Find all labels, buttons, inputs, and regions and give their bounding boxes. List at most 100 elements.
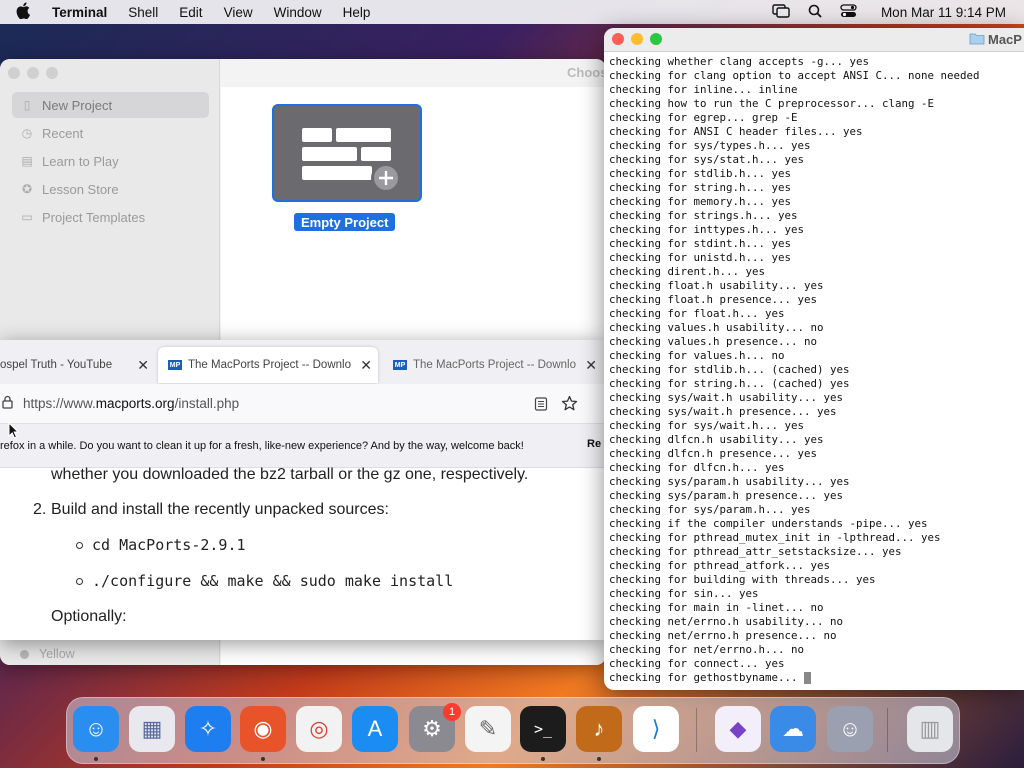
sidebar-item-recent[interactable]: ◷ Recent: [12, 120, 209, 146]
sidebar-item-project-templates[interactable]: ▭ Project Templates: [12, 204, 209, 230]
running-indicator: [541, 757, 545, 761]
reader-view-icon[interactable]: [534, 397, 548, 414]
step-text: Build and install the recently unpacked …: [51, 501, 389, 518]
finder-icon[interactable]: ☺: [73, 706, 119, 752]
screen-mirroring-icon[interactable]: [772, 3, 790, 21]
step-number: 2.: [33, 501, 47, 518]
vscode-icon[interactable]: ⟩: [633, 706, 679, 752]
menu-window[interactable]: Window: [274, 5, 322, 20]
terminal-line: checking how to run the C preprocessor..…: [609, 97, 935, 110]
terminal-line: checking for inline... inline: [609, 83, 798, 96]
apple-menu-icon[interactable]: [16, 2, 34, 22]
trash-icon[interactable]: ▥: [907, 706, 953, 752]
list-item: ./configure && make && sudo make install: [76, 572, 453, 590]
terminal-line: checking for connect... yes: [609, 657, 785, 670]
safari-icon[interactable]: ✧: [185, 706, 231, 752]
code-command: ./configure && make && sudo make install: [92, 572, 454, 590]
terminal-line: checking for dlfcn.h... yes: [609, 461, 785, 474]
empty-project-label[interactable]: Empty Project: [294, 213, 396, 231]
menubar-clock[interactable]: Mon Mar 11 9:14 PM: [881, 5, 1006, 20]
menu-bar: Terminal Shell Edit View Window Help Mon…: [0, 0, 1024, 24]
garageband-icon[interactable]: ♪: [576, 706, 622, 752]
terminal-line: checking for memory.h... yes: [609, 195, 792, 208]
dock-separator: [696, 708, 697, 752]
sidebar-item-learn-to-play[interactable]: ▤ Learn to Play: [12, 148, 209, 174]
terminal-line: checking for sys/param.h... yes: [609, 503, 811, 516]
minimize-button[interactable]: [27, 67, 39, 79]
url-prefix: https://www.: [23, 396, 96, 411]
control-center-icon[interactable]: [840, 3, 857, 21]
tab-close-icon[interactable]: ✕: [585, 357, 597, 374]
chrome-icon[interactable]: ◎: [296, 706, 342, 752]
sidebar-item-label: New Project: [42, 97, 113, 113]
terminal-line: checking float.h usability... yes: [609, 279, 824, 292]
tab-macports-active[interactable]: MP The MacPorts Project -- Downlo ✕: [158, 347, 378, 383]
tab-strip: ospel Truth - YouTube ✕ MP The MacPorts …: [0, 340, 606, 384]
zoom-button[interactable]: [46, 67, 58, 79]
terminal-line: checking for strings.h... yes: [609, 209, 798, 222]
terminal-line: checking for unistd.h... yes: [609, 251, 792, 264]
terminal-window: MacP checking whether clang accepts -g..…: [604, 28, 1024, 690]
menu-help[interactable]: Help: [343, 5, 371, 20]
sidebar-item-lesson-store[interactable]: ✪ Lesson Store: [12, 176, 209, 202]
lock-icon[interactable]: [2, 395, 13, 412]
menu-app-terminal[interactable]: Terminal: [52, 5, 107, 20]
terminal-line: checking for stdlib.h... (cached) yes: [609, 363, 850, 376]
terminal-line: checking for sys/wait.h... yes: [609, 419, 805, 432]
terminal-line: checking for string.h... (cached) yes: [609, 377, 850, 390]
visual-studio-icon[interactable]: ◆: [715, 706, 761, 752]
terminal-icon[interactable]: >_: [520, 706, 566, 752]
bullet-icon: [76, 541, 83, 549]
terminal-line: checking for pthread_atfork... yes: [609, 559, 831, 572]
terminal-line: checking sys/param.h usability... yes: [609, 475, 850, 488]
close-button[interactable]: [8, 67, 20, 79]
app-store-icon[interactable]: A: [352, 706, 398, 752]
tab-youtube[interactable]: ospel Truth - YouTube ✕: [0, 347, 155, 383]
terminal-line: checking for building with threads... ye…: [609, 573, 876, 586]
terminal-output[interactable]: checking whether clang accepts -g... yes…: [604, 52, 1024, 685]
terminal-line: checking for egrep... grep -E: [609, 111, 798, 124]
tab-title: The MacPorts Project -- Downlo: [188, 359, 351, 371]
doc-icon: ▯: [23, 98, 31, 112]
refresh-notification-bar: refox in a while. Do you want to clean i…: [0, 424, 606, 468]
terminal-line: checking sys/wait.h usability... yes: [609, 391, 844, 404]
empty-project-thumbnail[interactable]: [272, 104, 422, 202]
terminal-title: MacP: [988, 32, 1022, 47]
dock-separator: [887, 708, 888, 752]
address-bar[interactable]: https://www. macports.org/install.php: [0, 384, 606, 424]
minimize-button[interactable]: [631, 33, 643, 45]
sidebar-item-label: Learn to Play: [42, 153, 119, 169]
star-icon: ✪: [21, 182, 33, 196]
terminal-line: checking for gethostbyname...: [609, 671, 1024, 685]
textedit-icon[interactable]: ✎: [465, 706, 511, 752]
migration-assistant-icon[interactable]: ☺: [827, 706, 873, 752]
sidebar-item-yellow[interactable]: Yellow: [20, 644, 75, 664]
terminal-line: checking whether clang accepts -g... yes: [609, 55, 870, 68]
tab-close-icon[interactable]: ✕: [360, 357, 372, 374]
sidebar-item-label: Recent: [42, 125, 84, 141]
zoom-button[interactable]: [650, 33, 662, 45]
terminal-line: checking for float.h... yes: [609, 307, 785, 320]
weather-icon[interactable]: ☁: [770, 706, 816, 752]
terminal-line: checking for main in -linet... no: [609, 601, 824, 614]
menu-view[interactable]: View: [224, 5, 253, 20]
window-controls: [612, 33, 662, 45]
tab-macports-2[interactable]: MP The MacPorts Project -- Downlo ✕: [383, 347, 603, 383]
playgrounds-titlebar: Choos: [221, 59, 606, 87]
firefox-icon[interactable]: ◉: [240, 706, 286, 752]
spotlight-search-icon[interactable]: [808, 4, 822, 21]
terminal-line: checking dlfcn.h presence... yes: [609, 447, 818, 460]
launchpad-icon[interactable]: ▦: [129, 706, 175, 752]
terminal-line: checking for inttypes.h... yes: [609, 223, 805, 236]
close-button[interactable]: [612, 33, 624, 45]
menu-shell[interactable]: Shell: [128, 5, 158, 20]
bookmark-star-icon[interactable]: [561, 395, 578, 415]
menu-edit[interactable]: Edit: [179, 5, 202, 20]
notification-badge: 1: [443, 703, 461, 721]
refresh-button[interactable]: Re: [587, 438, 601, 450]
sidebar-item-new-project[interactable]: ▯ New Project: [12, 92, 209, 118]
terminal-line: checking for pthread_mutex_init in -lpth…: [609, 531, 941, 544]
tab-close-icon[interactable]: ✕: [137, 357, 149, 374]
terminal-line: checking for values.h... no: [609, 349, 785, 362]
paragraph-line: whether you downloaded the bz2 tarball o…: [51, 466, 529, 483]
